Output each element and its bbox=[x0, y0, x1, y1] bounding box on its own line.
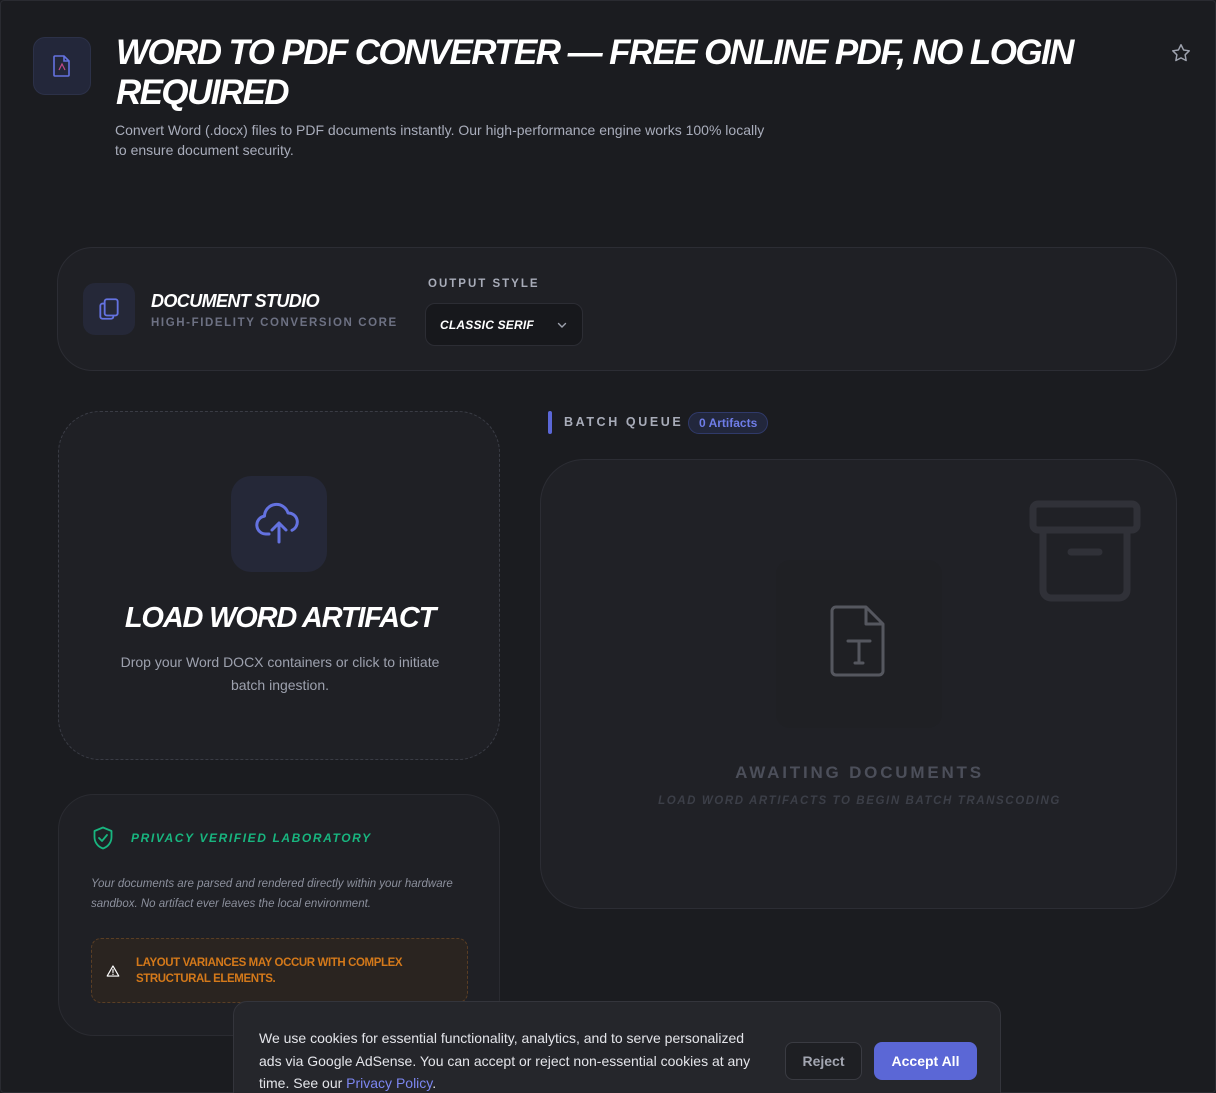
document-studio-bar: DOCUMENT STUDIO HIGH-FIDELITY CONVERSION… bbox=[57, 247, 1177, 371]
upload-dropzone[interactable]: LOAD WORD ARTIFACT Drop your Word DOCX c… bbox=[58, 411, 500, 760]
privacy-policy-link[interactable]: Privacy Policy bbox=[346, 1075, 432, 1091]
empty-state-subtitle: LOAD WORD ARTIFACTS TO BEGIN BATCH TRANS… bbox=[658, 795, 1061, 807]
cookie-banner: We use cookies for essential functionali… bbox=[233, 1001, 1001, 1093]
copy-documents-icon bbox=[83, 283, 135, 335]
upload-description: Drop your Word DOCX containers or click … bbox=[120, 654, 440, 693]
star-icon[interactable] bbox=[1170, 42, 1192, 64]
cloud-upload-icon bbox=[231, 476, 327, 572]
archive-box-icon bbox=[1029, 500, 1141, 602]
accept-all-cookies-button[interactable]: Accept All bbox=[874, 1042, 977, 1080]
page-title: WORD TO PDF CONVERTER — FREE ONLINE PDF,… bbox=[116, 33, 1074, 112]
output-style-select[interactable]: CLASSIC SERIF bbox=[425, 303, 583, 346]
layout-warning: LAYOUT VARIANCES MAY OCCUR WITH COMPLEX … bbox=[91, 938, 468, 1003]
reject-cookies-button[interactable]: Reject bbox=[785, 1042, 862, 1080]
privacy-card: PRIVACY VERIFIED LABORATORY Your documen… bbox=[58, 794, 500, 1036]
page-subtitle: Convert Word (.docx) files to PDF docume… bbox=[115, 122, 765, 158]
cookie-text: We use cookies for essential functionali… bbox=[259, 1027, 769, 1093]
warning-text: LAYOUT VARIANCES MAY OCCUR WITH COMPLEX … bbox=[135, 956, 403, 985]
warning-triangle-icon bbox=[106, 964, 120, 977]
studio-title: DOCUMENT STUDIO bbox=[151, 291, 320, 311]
shield-check-icon bbox=[93, 826, 113, 850]
upload-title: LOAD WORD ARTIFACT bbox=[124, 602, 436, 634]
output-style-label: OUTPUT STYLE bbox=[428, 278, 540, 290]
document-icon bbox=[33, 37, 91, 95]
privacy-title: PRIVACY VERIFIED LABORATORY bbox=[131, 831, 372, 845]
artifact-count-badge: 0 Artifacts bbox=[688, 412, 769, 434]
queue-accent-bar bbox=[548, 411, 552, 434]
empty-state-title: AWAITING DOCUMENTS bbox=[735, 763, 984, 782]
privacy-header: PRIVACY VERIFIED LABORATORY bbox=[92, 826, 372, 850]
studio-subtitle: HIGH-FIDELITY CONVERSION CORE bbox=[151, 317, 398, 329]
cookie-message: We use cookies for essential functionali… bbox=[259, 1030, 751, 1091]
batch-queue-panel: AWAITING DOCUMENTS LOAD WORD ARTIFACTS T… bbox=[540, 459, 1177, 909]
batch-queue-label: BATCH QUEUE bbox=[564, 415, 684, 429]
output-style-value: CLASSIC SERIF bbox=[440, 317, 534, 332]
privacy-text: Your documents are parsed and rendered d… bbox=[91, 878, 453, 910]
chevron-down-icon bbox=[557, 322, 567, 328]
text-document-icon bbox=[830, 605, 885, 677]
cookie-period: . bbox=[432, 1075, 437, 1091]
